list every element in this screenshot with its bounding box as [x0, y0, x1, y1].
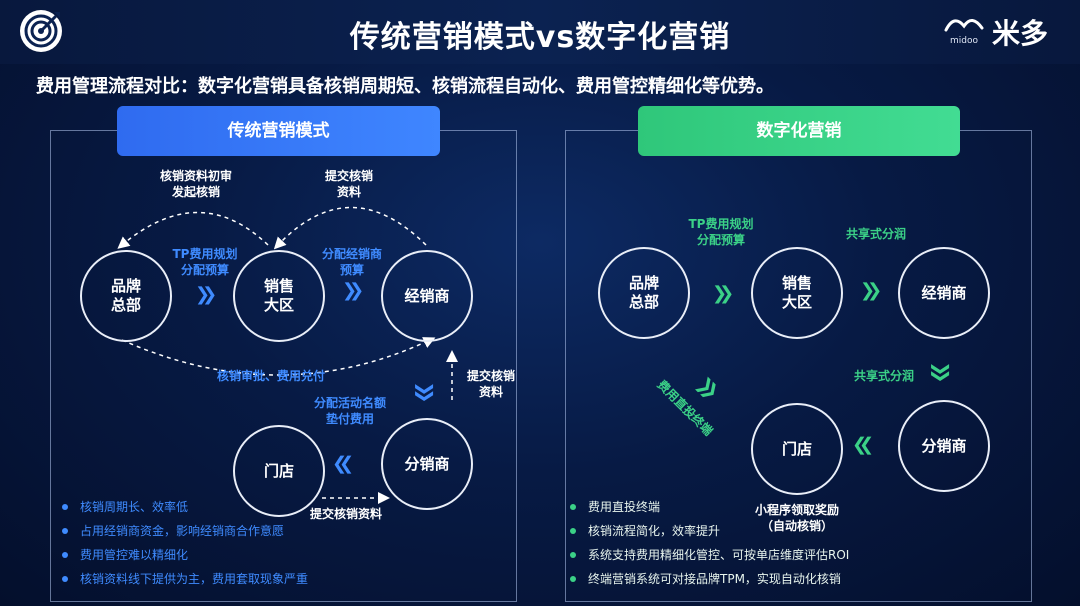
trad-node-distributor: 经销商: [381, 250, 473, 342]
dig-node-sales-region: 销售 大区: [751, 247, 843, 339]
label-submit-materials-top: 提交核销 资料: [324, 169, 373, 199]
label-submit-materials-right: 提交核销 资料: [466, 369, 515, 399]
trad-node-brand-hq: 品牌 总部: [80, 250, 172, 342]
double-chevron-icon: ❯❯: [195, 284, 217, 305]
dig-node-distributor: 经销商: [898, 247, 990, 339]
label-dist-budget: 分配经销商 预算: [321, 247, 382, 277]
list-item: 费用管控难以精细化: [62, 543, 308, 567]
label-shared-split-top: 共享式分润: [845, 227, 906, 241]
trad-node-sub-distributor-label: 分销商: [404, 454, 450, 473]
label-submit-materials-bottom: 提交核销资料: [309, 507, 382, 521]
trad-node-sub-distributor: 分销商: [381, 418, 473, 510]
label-approval-payment: 核销审批、费用兑付: [216, 369, 325, 383]
trad-node-sales-region-label: 销售 大区: [263, 277, 294, 314]
list-item: 费用直投终端: [570, 495, 849, 519]
list-item: 系统支持费用精细化管控、可按单店维度评估ROI: [570, 543, 849, 567]
dig-node-store-label: 门店: [781, 439, 812, 458]
trad-node-store-label: 门店: [263, 461, 294, 480]
dig-node-store: 门店: [751, 403, 843, 495]
double-chevron-icon: ❯❯: [930, 361, 952, 376]
double-chevron-icon: ❯❯: [860, 280, 882, 301]
label-dig-tp-budget: TP费用规划 分配预算: [688, 217, 754, 247]
digital-bullets: 费用直投终端 核销流程简化，效率提升 系统支持费用精细化管控、可按单店维度评估R…: [570, 495, 849, 591]
list-item: 终端营销系统可对接品牌TPM，实现自动化核销: [570, 567, 849, 591]
dig-node-sub-distributor: 分销商: [898, 400, 990, 492]
list-item: 核销周期长、效率低: [62, 495, 308, 519]
dig-node-distributor-label: 经销商: [921, 283, 967, 302]
double-chevron-icon: ❯❯: [712, 283, 734, 304]
list-item: 核销流程简化，效率提升: [570, 519, 849, 543]
dig-node-sub-distributor-label: 分销商: [921, 436, 967, 455]
double-chevron-icon: ❯❯: [414, 381, 436, 396]
label-initial-review: 核销资料初审 发起核销: [159, 169, 232, 199]
list-item: 占用经销商资金，影响经销商合作意愿: [62, 519, 308, 543]
double-chevron-icon: ❯❯: [342, 280, 364, 301]
arc-distributor-to-region: [273, 206, 427, 250]
dig-node-brand-hq: 品牌 总部: [598, 247, 690, 339]
arc-region-to-hq: [117, 211, 269, 249]
trad-node-brand-hq-label: 品牌 总部: [110, 277, 141, 314]
label-shared-split-right: 共享式分润: [853, 369, 914, 383]
dig-node-brand-hq-label: 品牌 总部: [628, 274, 659, 311]
traditional-bullets: 核销周期长、效率低 占用经销商资金，影响经销商合作意愿 费用管控难以精细化 核销…: [62, 495, 308, 591]
label-activity-quota: 分配活动名额 垫付费用: [313, 396, 386, 426]
list-item: 核销资料线下提供为主，费用套取现象严重: [62, 567, 308, 591]
dig-node-sales-region-label: 销售 大区: [781, 274, 812, 311]
double-chevron-icon: ❯❯: [860, 436, 875, 457]
label-tp-budget: TP费用规划 分配预算: [172, 247, 238, 277]
trad-node-distributor-label: 经销商: [404, 286, 450, 305]
double-chevron-icon: ❯❯: [340, 455, 355, 476]
